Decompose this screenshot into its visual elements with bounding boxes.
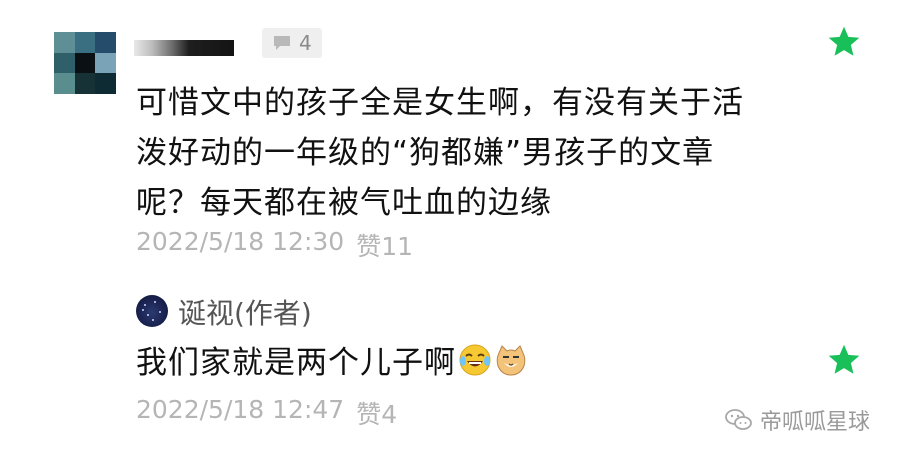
featured-star-icon [828,26,860,56]
comment-bubble-icon [274,36,290,50]
reply-timestamp: 2022/5/18 12:47 [136,395,345,424]
wechat-icon [725,409,752,430]
reply-count-button[interactable]: 4 [262,28,322,58]
reply-like-button[interactable]: 赞4 [356,395,397,431]
comment-like-button[interactable]: 赞11 [356,227,413,263]
reply-meta: 2022/5/18 12:47 赞4 [136,395,397,431]
comment-line: 可惜文中的孩子全是女生啊，有没有关于活 [136,85,744,121]
commenter-name-blurred [134,40,234,56]
commenter-avatar[interactable] [54,32,116,94]
laughing-tears-emoji-icon [459,344,491,375]
comment-meta: 2022/5/18 12:30 赞11 [136,227,413,263]
featured-star-icon [828,344,860,374]
comment-line: 泼好动的一年级的“狗都嫌”男孩子的文章 [136,135,715,171]
author-name[interactable]: 诞视(作者) [178,292,312,332]
comment-line: 呢？每天都在被气吐血的边缘 [136,185,552,221]
author-avatar[interactable] [136,295,168,327]
smirking-cat-emoji-icon [496,344,526,376]
watermark: 帝呱呱星球 [724,404,870,436]
watermark-text: 帝呱呱星球 [760,410,871,435]
reply-text: 我们家就是两个儿子啊 [136,345,456,381]
comment-timestamp: 2022/5/18 12:30 [136,227,345,256]
author-reply-text: 我们家就是两个儿子啊 [136,337,528,382]
comment-text: 可惜文中的孩子全是女生啊，有没有关于活 泼好动的一年级的“狗都嫌”男孩子的文章 … [136,78,796,228]
reply-count: 4 [299,31,312,55]
